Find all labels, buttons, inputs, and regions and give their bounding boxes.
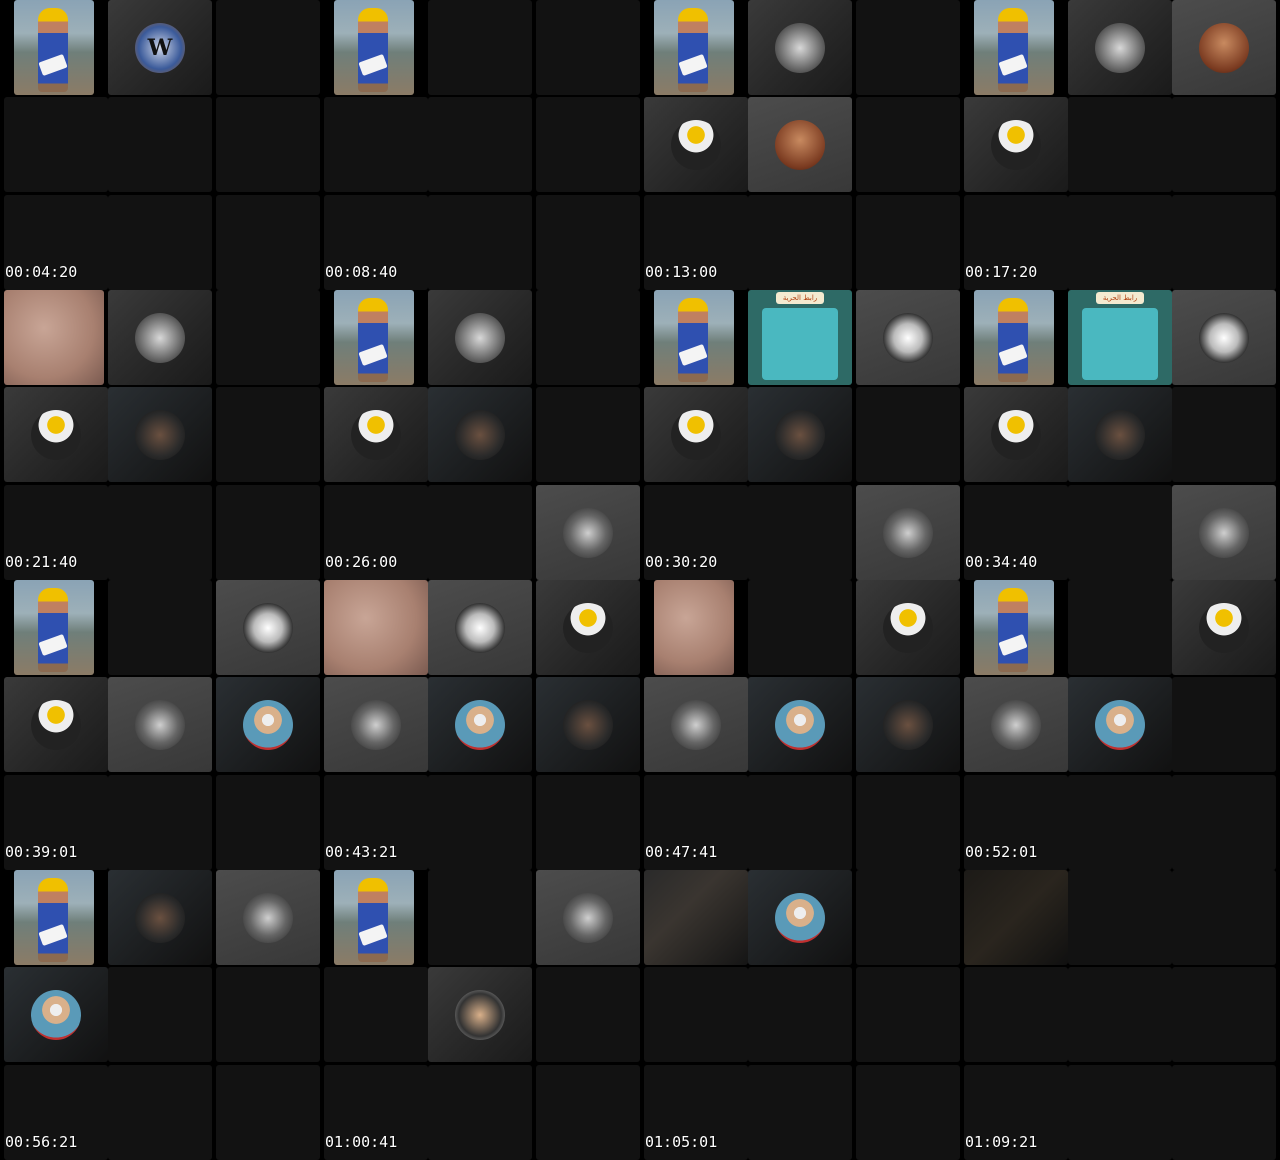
frame-9[interactable]: 00:39:01 xyxy=(0,580,320,870)
standing-man-avatar xyxy=(455,989,505,1040)
bw-portrait-avatar xyxy=(243,892,293,943)
bw-portrait-avatar xyxy=(563,507,613,558)
betty-boop-avatar xyxy=(243,602,293,653)
timestamp: 00:34:40 xyxy=(965,553,1038,571)
hat-man-avatar xyxy=(775,699,825,750)
camera-tile xyxy=(324,580,428,675)
frame-3[interactable]: 00:13:00 xyxy=(640,0,960,290)
bw-portrait-avatar xyxy=(351,699,401,750)
bearded-man-avatar xyxy=(135,409,185,460)
betty-boop-avatar xyxy=(883,312,933,363)
suit-avatar xyxy=(563,602,613,653)
frame-12[interactable]: 00:52:01 xyxy=(960,580,1280,870)
camera-tile xyxy=(654,580,734,675)
suit-avatar xyxy=(671,119,721,170)
suit-avatar xyxy=(671,409,721,460)
suit-avatar xyxy=(31,409,81,460)
camera-tile xyxy=(14,580,94,675)
bearded-man-avatar xyxy=(563,699,613,750)
camera-tile xyxy=(964,870,1068,965)
timestamp: 00:17:20 xyxy=(965,263,1038,281)
bearded-man-avatar xyxy=(455,409,505,460)
contact-sheet: W 00:04:20 00:08:40 00:13:00 00:17:20 00… xyxy=(0,0,1280,1160)
camera-tile xyxy=(334,870,414,965)
bearded-man-avatar xyxy=(1095,409,1145,460)
frame-10[interactable]: 00:43:21 xyxy=(320,580,640,870)
frame-6[interactable]: 00:26:00 xyxy=(320,290,640,580)
hat-man-avatar xyxy=(1095,699,1145,750)
camera-tile xyxy=(654,290,734,385)
bw-portrait-avatar xyxy=(883,507,933,558)
suit-avatar xyxy=(351,409,401,460)
frame-1[interactable]: W 00:04:20 xyxy=(0,0,320,290)
hat-man-avatar xyxy=(775,892,825,943)
timestamp: 00:30:20 xyxy=(645,553,718,571)
timestamp: 00:52:01 xyxy=(965,843,1038,861)
camera-tile xyxy=(14,0,94,95)
shared-screen-label: رابط الحرية xyxy=(776,292,824,304)
suit-avatar xyxy=(883,602,933,653)
shared-screen-tile: رابط الحرية xyxy=(1068,290,1172,385)
camera-tile xyxy=(14,870,94,965)
camera-tile xyxy=(974,580,1054,675)
timestamp: 00:47:41 xyxy=(645,843,718,861)
betty-boop-avatar xyxy=(1199,312,1249,363)
bw-portrait-avatar xyxy=(991,699,1041,750)
angry-girl-avatar xyxy=(1199,22,1249,73)
camera-tile xyxy=(654,0,734,95)
camera-tile xyxy=(974,290,1054,385)
timestamp: 00:21:40 xyxy=(5,553,78,571)
frame-14[interactable]: 01:00:41 xyxy=(320,870,640,1160)
timestamp: 00:08:40 xyxy=(325,263,398,281)
timestamp: 01:09:21 xyxy=(965,1133,1038,1151)
frame-7[interactable]: رابط الحرية 00:30:20 xyxy=(640,290,960,580)
camera-tile xyxy=(334,0,414,95)
timestamp: 00:26:00 xyxy=(325,553,398,571)
timestamp: 00:43:21 xyxy=(325,843,398,861)
suit-avatar xyxy=(991,409,1041,460)
camera-tile xyxy=(334,290,414,385)
frame-16[interactable]: 01:09:21 xyxy=(960,870,1280,1160)
frame-15[interactable]: 01:05:01 xyxy=(640,870,960,1160)
frame-13[interactable]: 00:56:21 xyxy=(0,870,320,1160)
timestamp: 00:13:00 xyxy=(645,263,718,281)
timestamp: 01:05:01 xyxy=(645,1133,718,1151)
bearded-man-avatar xyxy=(883,699,933,750)
camera-tile xyxy=(974,0,1054,95)
bw-portrait-avatar xyxy=(563,892,613,943)
hat-man-avatar xyxy=(243,699,293,750)
bearded-man-avatar xyxy=(135,892,185,943)
soldier-avatar xyxy=(1095,22,1145,73)
frame-5[interactable]: 00:21:40 xyxy=(0,290,320,580)
bearded-man-avatar xyxy=(775,409,825,460)
soldier-avatar xyxy=(775,22,825,73)
shared-screen-label: رابط الحرية xyxy=(1096,292,1144,304)
frame-2[interactable]: 00:08:40 xyxy=(320,0,640,290)
camera-tile xyxy=(4,290,104,385)
soldier-avatar xyxy=(455,312,505,363)
frame-8[interactable]: رابط الحرية 00:34:40 xyxy=(960,290,1280,580)
camera-tile xyxy=(644,870,748,965)
suit-avatar xyxy=(991,119,1041,170)
frame-11[interactable]: 00:47:41 xyxy=(640,580,960,870)
timestamp: 00:39:01 xyxy=(5,843,78,861)
suit-avatar xyxy=(1199,602,1249,653)
angry-girl-avatar xyxy=(775,119,825,170)
hat-man-avatar xyxy=(31,989,81,1040)
soldier-avatar xyxy=(135,312,185,363)
bw-portrait-avatar xyxy=(1199,507,1249,558)
bw-portrait-avatar xyxy=(671,699,721,750)
timestamp: 00:04:20 xyxy=(5,263,78,281)
hat-man-avatar xyxy=(455,699,505,750)
suit-avatar xyxy=(31,699,81,750)
shared-screen-tile: رابط الحرية xyxy=(748,290,852,385)
timestamp: 01:00:41 xyxy=(325,1133,398,1151)
timestamp: 00:56:21 xyxy=(5,1133,78,1151)
frame-4[interactable]: 00:17:20 xyxy=(960,0,1280,290)
w-logo-avatar: W xyxy=(135,22,185,73)
participant-tile: W xyxy=(108,0,212,95)
bw-portrait-avatar xyxy=(135,699,185,750)
betty-boop-avatar xyxy=(455,602,505,653)
